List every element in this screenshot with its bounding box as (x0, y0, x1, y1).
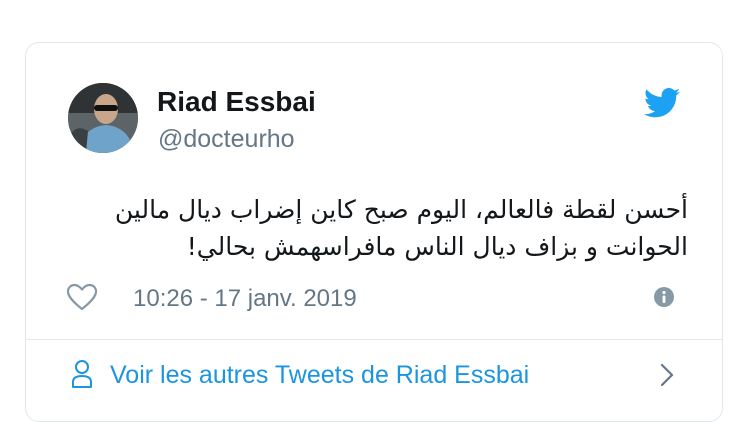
info-icon[interactable] (653, 286, 675, 308)
chevron-right-icon[interactable] (659, 362, 675, 388)
tweet-meta: 10:26 - 17 janv. 2019 (66, 283, 686, 313)
more-tweets-label[interactable]: Voir les autres Tweets de Riad Essbai (110, 361, 529, 390)
more-tweets-link[interactable]: Voir les autres Tweets de Riad Essbai (71, 357, 686, 395)
author-name[interactable]: Riad Essbai (157, 86, 316, 118)
tweet-text-line: الحوانت و بزاف ديال الناس مافراسهمش بحال… (186, 232, 688, 261)
twitter-bird-icon[interactable] (644, 88, 680, 118)
avatar-image (68, 83, 138, 153)
tweet-timestamp[interactable]: 10:26 - 17 janv. 2019 (133, 285, 357, 313)
divider (26, 339, 722, 340)
tweet-text: أحسن لقطة فالعالم، اليوم صبح كاين إضراب … (66, 191, 688, 265)
embedded-tweet-card: Riad Essbai @docteurho أحسن لقطة فالعالم… (25, 42, 723, 422)
avatar[interactable] (68, 83, 138, 153)
tweet-text-line: أحسن لقطة فالعالم، اليوم صبح كاين إضراب … (114, 195, 688, 224)
person-icon (72, 360, 92, 388)
author-handle[interactable]: @docteurho (158, 125, 295, 154)
heart-icon[interactable] (66, 283, 98, 311)
